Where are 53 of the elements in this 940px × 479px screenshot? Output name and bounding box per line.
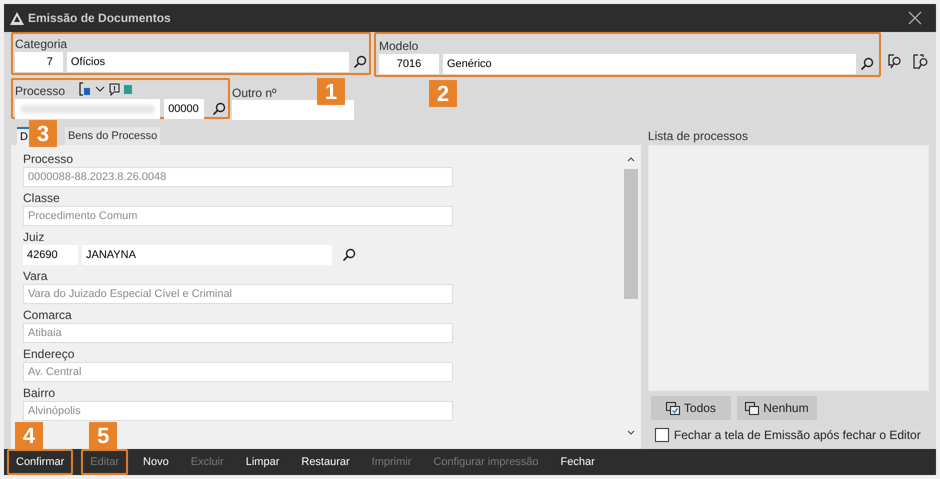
callout-number: 4 (15, 422, 43, 449)
field-label: Comarca (23, 307, 73, 323)
toolbar-button[interactable]: Limpar (238, 449, 286, 475)
checked-windows-icon (666, 402, 680, 414)
checkbox-label: Fechar a tela de Emissão após fechar o Editor (674, 427, 921, 444)
field-label: Juiz (23, 229, 46, 245)
checkbox[interactable] (654, 428, 669, 442)
document-search-icon[interactable] (913, 54, 929, 70)
window-title: Emissão de Documentos (28, 10, 171, 27)
logo-icon (10, 12, 24, 24)
windows-icon (745, 402, 760, 414)
input-field[interactable]: Genérico (443, 54, 856, 74)
scroll-down-icon[interactable] (626, 429, 636, 437)
input-field[interactable]: JANAYNA (82, 245, 332, 265)
select-all-button[interactable]: Todos (650, 396, 731, 420)
close-icon[interactable] (908, 11, 922, 25)
status-square-icon (124, 84, 132, 94)
callout-number: 2 (429, 80, 457, 107)
input-field[interactable]: 00000 (164, 99, 204, 119)
tab[interactable]: Bens do Processo (64, 127, 160, 145)
info-icon[interactable] (109, 82, 120, 96)
field-label: Endereço (23, 346, 76, 362)
field-label: Processo (15, 83, 66, 100)
search-icon[interactable] (353, 55, 367, 69)
scroll-up-icon[interactable] (626, 155, 636, 163)
field-label: Classe (23, 190, 61, 206)
select-none-button[interactable]: Nenhum (736, 396, 817, 420)
toolbar-button[interactable]: Restaurar (294, 449, 357, 475)
redacted-field[interactable] (15, 99, 160, 119)
search-icon[interactable] (342, 248, 356, 262)
search-icon[interactable] (212, 102, 226, 116)
toolbar-button[interactable]: Confirmar (7, 449, 74, 475)
field-label: Processo (23, 151, 74, 167)
field-label: Modelo (379, 38, 420, 54)
field-label: Bairro (23, 385, 56, 401)
callout-number: 5 (89, 422, 118, 449)
input-field[interactable]: 42690 (23, 245, 78, 265)
document-icon[interactable] (79, 82, 92, 96)
document-search-icon[interactable] (887, 54, 903, 70)
field-label: Vara (23, 268, 48, 284)
search-icon[interactable] (860, 57, 874, 71)
field-label: Categoria (15, 36, 68, 52)
input-field[interactable]: 7016 (379, 54, 439, 74)
callout-number: 3 (29, 120, 57, 147)
chevron-down-icon[interactable] (95, 85, 106, 93)
field-label: Outro nº (232, 86, 276, 100)
toolbar-button[interactable]: Novo (136, 449, 176, 475)
toolbar-button[interactable]: Fechar (554, 449, 602, 475)
input-field[interactable]: Ofícios (66, 52, 349, 72)
input-field[interactable] (232, 100, 354, 120)
callout-number: 1 (317, 78, 345, 105)
list-label: Lista de processos (648, 128, 749, 145)
input-field[interactable]: 7 (15, 52, 63, 72)
